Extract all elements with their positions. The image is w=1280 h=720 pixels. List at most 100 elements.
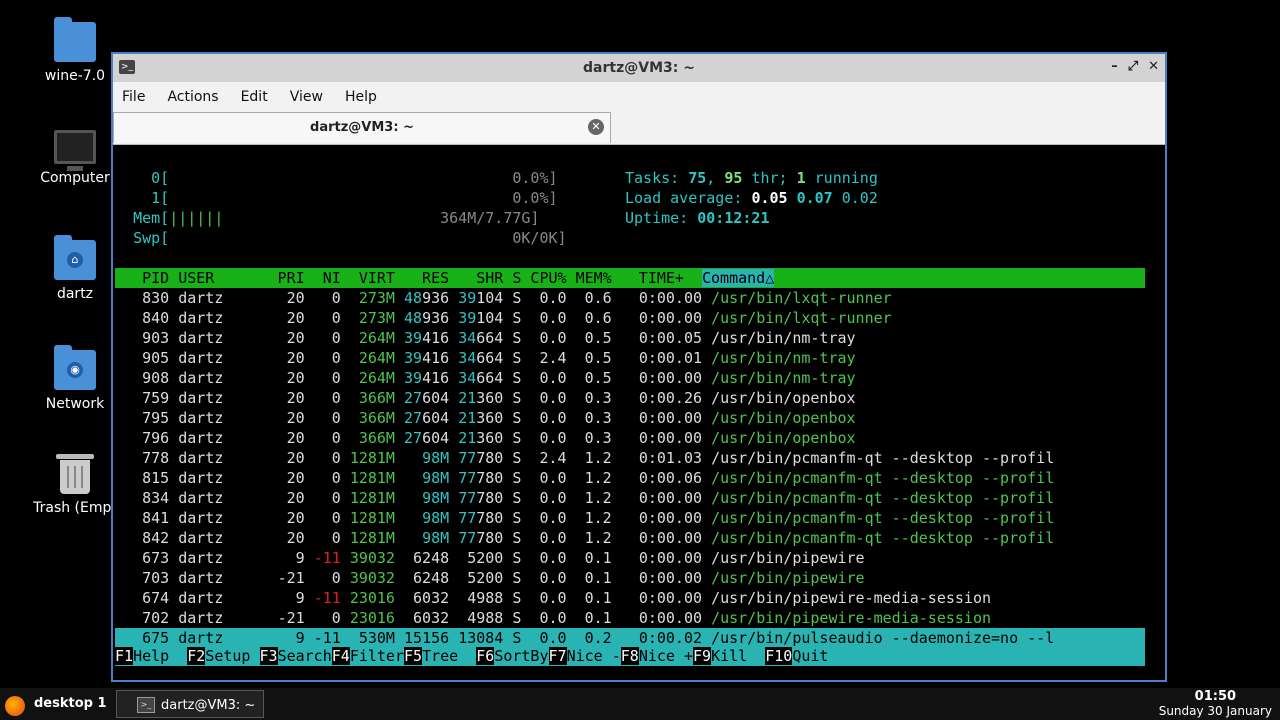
cell-virt: 1281M (349, 529, 395, 547)
process-row[interactable]: 702 dartz -21 0 23016 6032 4988 S 0.0 0.… (115, 608, 1145, 628)
tab-close-icon[interactable]: ✕ (588, 119, 604, 135)
cell-cpu: 0.0 (539, 469, 567, 487)
fkey-label[interactable]: Tree (422, 647, 476, 665)
cell-time: 0:00.26 (638, 389, 703, 407)
clock[interactable]: 01:50 Sunday 30 January (1159, 689, 1272, 718)
cell-shr: 780 (476, 449, 504, 467)
fkey-label[interactable]: Nice - (567, 647, 621, 665)
fkey-label[interactable]: Setup (205, 647, 259, 665)
cell-res-high: 39 (404, 329, 423, 347)
process-row[interactable]: 830 dartz 20 0 273M 48936 39104 S 0.0 0.… (115, 288, 1145, 308)
cell-pri: 20 (286, 429, 305, 447)
fkey-label[interactable]: Kill (711, 647, 765, 665)
process-row[interactable]: 675 dartz 9 -11 530M 15156 13084 S 0.0 0… (115, 628, 1145, 648)
process-row[interactable]: 841 dartz 20 0 1281M 98M 77780 S 0.0 1.2… (115, 508, 1145, 528)
menu-view[interactable]: View (290, 89, 323, 105)
terminal-tab[interactable]: dartz@VM3: ~ ✕ (113, 112, 611, 143)
close-icon[interactable]: ✕ (1148, 59, 1159, 74)
cell-mem: 0.6 (584, 309, 612, 327)
fkey-f6[interactable]: F6 (476, 647, 495, 665)
process-row[interactable]: 903 dartz 20 0 264M 39416 34664 S 0.0 0.… (115, 328, 1145, 348)
menu-file[interactable]: File (122, 89, 145, 105)
cell-virt: 1281M (349, 509, 395, 527)
title-bar[interactable]: >_ dartz@VM3: ~ – ⤢ ✕ (113, 54, 1165, 82)
desktop-icon-network[interactable]: ◉ Network (25, 345, 125, 412)
cell-virt: 1281M (349, 449, 395, 467)
cell-pid: 815 (142, 469, 170, 487)
cell-virt: 39032 (349, 569, 395, 587)
cell-pid: 842 (142, 529, 170, 547)
desktop-icon-label: dartz (56, 286, 94, 302)
maximize-icon[interactable]: ⤢ (1128, 59, 1138, 74)
home-folder-icon: ⌂ (54, 235, 96, 280)
cell-ni: 0 (331, 509, 341, 527)
cell-time: 0:00.00 (638, 569, 703, 587)
process-row[interactable]: 778 dartz 20 0 1281M 98M 77780 S 2.4 1.2… (115, 448, 1145, 468)
cell-mem: 1.2 (584, 529, 612, 547)
process-row[interactable]: 905 dartz 20 0 264M 39416 34664 S 2.4 0.… (115, 348, 1145, 368)
process-row[interactable]: 673 dartz 9 -11 39032 6248 5200 S 0.0 0.… (115, 548, 1145, 568)
process-row[interactable]: 759 dartz 20 0 366M 27604 21360 S 0.0 0.… (115, 388, 1145, 408)
cell-pri: 20 (286, 369, 305, 387)
fkey-label[interactable]: Search (278, 647, 332, 665)
process-table-header[interactable]: PID USER PRI NI VIRT RES SHR S CPU% MEM%… (115, 268, 1145, 288)
process-row[interactable]: 674 dartz 9 -11 23016 6032 4988 S 0.0 0.… (115, 588, 1145, 608)
desktop-switcher[interactable]: desktop 1 (34, 696, 107, 711)
fkey-label[interactable]: Quit (792, 647, 828, 665)
start-menu-icon[interactable] (5, 696, 25, 716)
desktop-icon-computer[interactable]: Computer (25, 130, 125, 186)
cell-shr: 664 (476, 369, 504, 387)
desktop-icon-wine[interactable]: wine-7.0 (25, 17, 125, 84)
fkey-label[interactable]: Filter (350, 647, 404, 665)
desktop-icon-trash[interactable]: Trash (Empt (25, 454, 125, 516)
cell-s: S (512, 309, 522, 327)
cell-s: S (512, 349, 522, 367)
fkey-f3[interactable]: F3 (259, 647, 278, 665)
process-row[interactable]: 834 dartz 20 0 1281M 98M 77780 S 0.0 1.2… (115, 488, 1145, 508)
load-line: Load average: 0.05 0.07 0.02 (625, 189, 878, 207)
cell-res: 98M (422, 469, 450, 487)
cell-shr: 4988 (467, 589, 504, 607)
menu-help[interactable]: Help (345, 89, 377, 105)
cell-shr-high: 39 (458, 289, 477, 307)
fkey-f7[interactable]: F7 (548, 647, 567, 665)
process-row[interactable]: 703 dartz -21 0 39032 6248 5200 S 0.0 0.… (115, 568, 1145, 588)
fkey-f9[interactable]: F9 (693, 647, 712, 665)
menu-edit[interactable]: Edit (241, 89, 268, 105)
cell-pri: 20 (286, 449, 305, 467)
fkey-f1[interactable]: F1 (115, 647, 134, 665)
fkey-f2[interactable]: F2 (187, 647, 206, 665)
cell-res: 936 (422, 309, 450, 327)
terminal-icon: >_ (137, 697, 155, 713)
taskbar-item-terminal[interactable]: >_ dartz@VM3: ~ (116, 690, 264, 718)
cell-shr: 5200 (467, 569, 504, 587)
cell-pri: 20 (286, 289, 305, 307)
minimize-icon[interactable]: – (1111, 59, 1118, 74)
cell-res-high: 15 (404, 629, 423, 647)
process-row[interactable]: 840 dartz 20 0 273M 48936 39104 S 0.0 0.… (115, 308, 1145, 328)
terminal-area[interactable]: 0[ 0.0%] 1[ 0.0%] Mem[|||||| 364M/7.77G]… (115, 146, 1145, 666)
cell-virt: 273M (358, 309, 395, 327)
cell-cmd: /usr/bin/pcmanfm-qt --desktop --profil (711, 469, 1055, 487)
process-row[interactable]: 815 dartz 20 0 1281M 98M 77780 S 0.0 1.2… (115, 468, 1145, 488)
fkey-f10[interactable]: F10 (765, 647, 793, 665)
process-row[interactable]: 908 dartz 20 0 264M 39416 34664 S 0.0 0.… (115, 368, 1145, 388)
cell-res-high: 39 (404, 349, 423, 367)
fkey-f5[interactable]: F5 (404, 647, 423, 665)
cell-pid: 675 (142, 629, 170, 647)
fkey-label[interactable]: Nice + (639, 647, 693, 665)
cell-ni: 0 (331, 349, 341, 367)
process-row[interactable]: 796 dartz 20 0 366M 27604 21360 S 0.0 0.… (115, 428, 1145, 448)
fkey-f8[interactable]: F8 (620, 647, 639, 665)
cell-pid: 759 (142, 389, 170, 407)
fkey-f4[interactable]: F4 (331, 647, 350, 665)
process-row[interactable]: 795 dartz 20 0 366M 27604 21360 S 0.0 0.… (115, 408, 1145, 428)
desktop-icon-home[interactable]: ⌂ dartz (25, 235, 125, 302)
cell-s: S (512, 589, 522, 607)
menu-actions[interactable]: Actions (167, 89, 218, 105)
process-row[interactable]: 842 dartz 20 0 1281M 98M 77780 S 0.0 1.2… (115, 528, 1145, 548)
fkey-label[interactable]: SortBy (494, 647, 548, 665)
fkey-label[interactable]: Help (133, 647, 187, 665)
cell-mem: 0.3 (584, 409, 612, 427)
cell-user: dartz (178, 469, 224, 487)
